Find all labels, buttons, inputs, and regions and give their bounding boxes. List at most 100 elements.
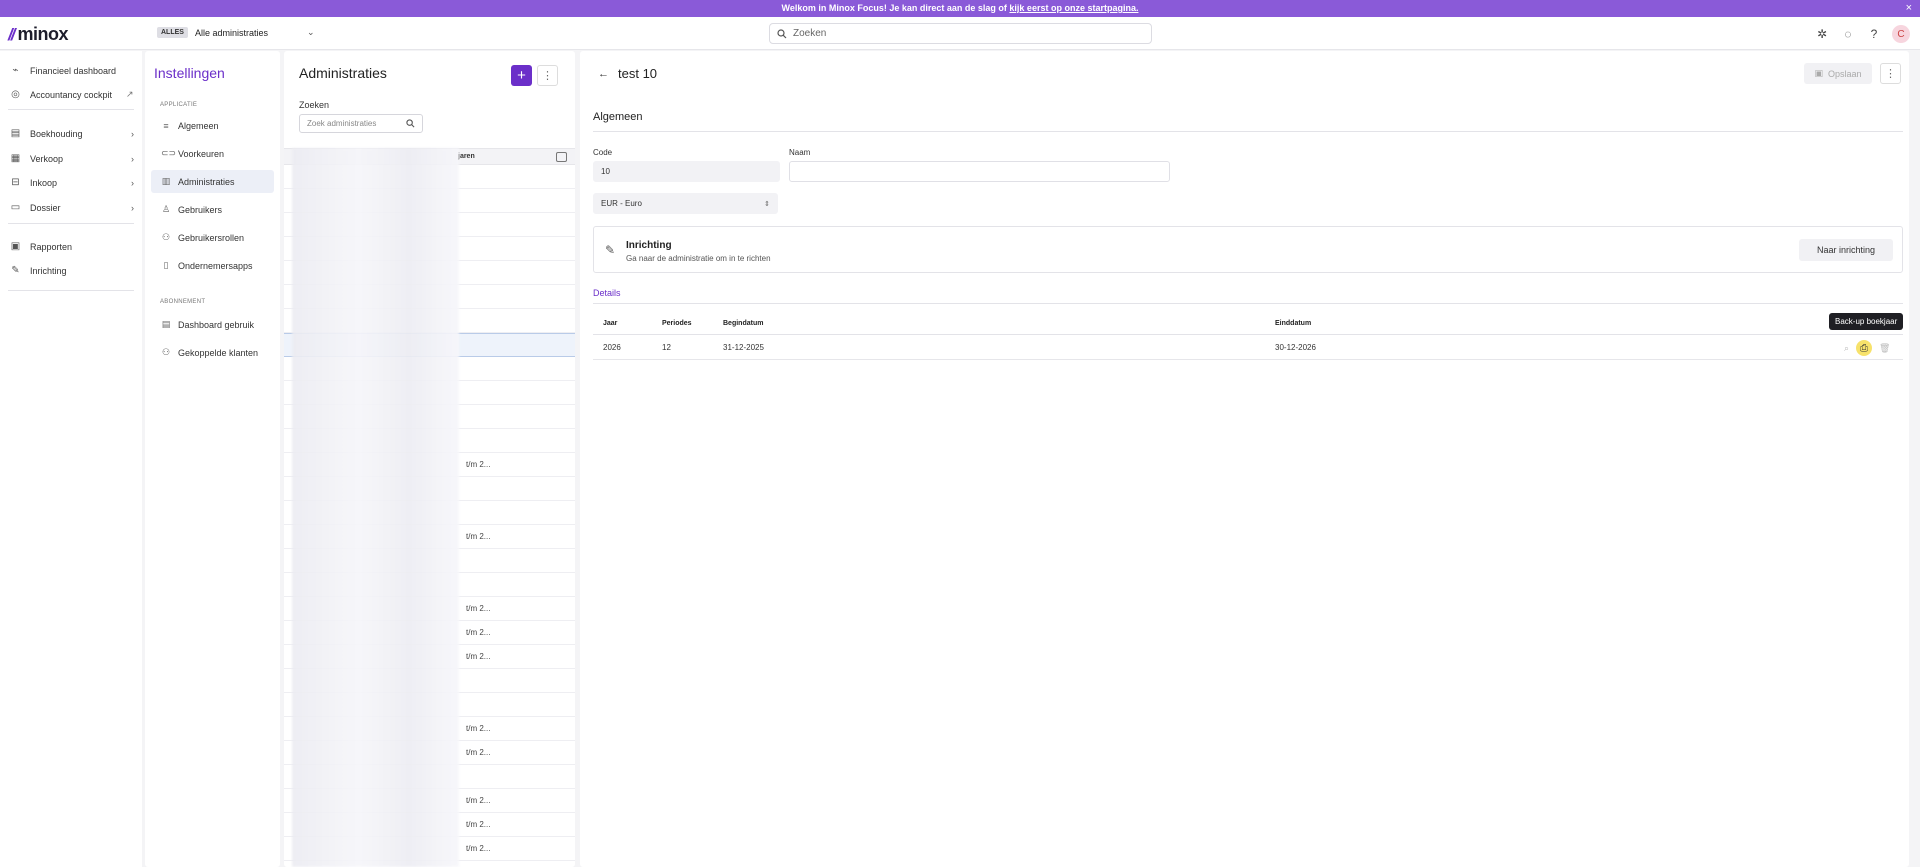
nav-label: Rapporten [30,241,73,252]
nav-inkoop[interactable]: ⊟ Inkoop › [9,177,134,188]
settings-item-gekoppelde-klanten[interactable]: ⚇ Gekoppelde klanten [151,341,274,364]
dashboard-icon: ▤ [161,319,171,329]
chevron-right-icon: › [131,153,134,164]
minox-logo[interactable]: // minox [8,24,68,45]
save-button[interactable]: ▣ Opslaan [1804,63,1872,84]
global-search-input[interactable]: Zoeken [769,23,1152,44]
settings-item-label: Gekoppelde klanten [178,347,259,358]
header-begindatum: Begindatum [723,320,764,327]
detail-title: test 10 [618,66,658,81]
help-icon[interactable]: ? [1866,26,1882,42]
administration-scope-select[interactable]: ALLES Alle administraties ⌄ [157,27,315,38]
nav-label: Inrichting [30,265,67,276]
settings-item-voorkeuren[interactable]: ⊂⊃ Voorkeuren [151,142,274,165]
search-icon [406,119,415,128]
backup-tooltip: Back-up boekjaar [1829,313,1904,330]
year-cell: 2026 [603,343,621,352]
administration-detail-panel: ← test 10 ▣ Opslaan ⋮ Algemeen Code 10 N… [580,51,1909,867]
row-years-text: t/m 2... [466,604,491,613]
name-label: Naam [789,148,811,157]
search-icon [777,28,787,38]
bug-icon[interactable]: ✲ [1814,26,1830,42]
settings-item-gebruikers[interactable]: ♙ Gebruikers [151,198,274,221]
settings-item-ondernemersapps[interactable]: ▯ Ondernemersapps [151,254,274,277]
periods-cell: 12 [662,343,671,352]
welcome-banner: Welkom in Minox Focus! Je kan direct aan… [0,0,1920,17]
list-more-button[interactable]: ⋮ [537,65,558,86]
folder-icon: ▭ [10,202,21,213]
add-administration-button[interactable]: + [511,65,532,86]
nav-rapporten[interactable]: ▣ Rapporten [9,241,134,252]
columns-toggle-icon[interactable] [556,152,567,162]
toggle-icon: ⊂⊃ [161,148,177,158]
nav-inrichting[interactable]: ✎ Inrichting [9,265,134,276]
report-icon: ▣ [10,241,21,252]
start-date-cell: 31-12-2025 [723,343,764,352]
name-field[interactable] [789,161,1170,182]
scope-label: Alle administraties [194,27,268,38]
settings-item-label: Ondernemersapps [178,260,253,271]
details-tab[interactable]: Details [593,288,621,298]
ledger-icon: ▤ [10,128,21,139]
header-einddatum: Einddatum [1275,320,1312,327]
tasks-icon[interactable]: ◌ [1840,26,1856,42]
top-bar: // minox ALLES Alle administraties ⌄ Zoe… [0,17,1920,50]
nav-accountancy-cockpit[interactable]: ◎ Accountancy cockpit ↗ [9,89,134,100]
phone-icon: ▯ [163,260,169,270]
nav-divider [8,109,134,110]
nav-label: Boekhouding [30,128,83,139]
user-avatar[interactable]: C [1892,25,1910,43]
back-arrow-icon[interactable]: ← [598,68,609,80]
settings-item-algemeen[interactable]: ≡ Algemeen [151,114,274,137]
code-field[interactable]: 10 [593,161,780,182]
minox-logo-text: minox [17,24,68,44]
column-jaren[interactable]: jaren [458,153,475,160]
delete-icon[interactable]: 🗑 [1879,343,1890,354]
settings-panel: Instellingen APPLICATIE ≡ Algemeen ⊂⊃ Vo… [145,51,280,867]
blurred-names-column [292,148,459,867]
external-link-icon: ↗ [126,89,134,99]
store-icon: ▦ [10,153,21,164]
cart-icon: ⊟ [11,177,20,188]
scope-chip: ALLES [157,27,188,38]
row-years-text: t/m 2... [466,820,491,829]
row-years-text: t/m 2... [466,796,491,805]
setup-card: ✎ Inrichting Ga naar de administratie om… [593,226,1903,273]
settings-item-dashboard-gebruik[interactable]: ▤ Dashboard gebruik [151,313,274,336]
settings-item-label: Voorkeuren [178,148,225,159]
nav-label: Verkoop [30,153,64,164]
banner-close-icon[interactable]: × [1906,0,1912,17]
detail-more-button[interactable]: ⋮ [1880,63,1901,84]
nav-financieel-dashboard[interactable]: ⌁ Financieel dashboard [9,65,134,76]
row-years-text: t/m 2... [466,724,491,733]
go-to-setup-button[interactable]: Naar inrichting [1799,239,1893,261]
nav-verkoop[interactable]: ▦ Verkoop › [9,153,134,164]
currency-select[interactable]: EUR - Euro ⇕ [593,193,778,214]
header-jaar: Jaar [603,320,618,327]
banner-startpage-link[interactable]: kijk eerst op onze startpagina. [1009,3,1138,13]
user-icon: ♙ [161,204,171,214]
wrench-icon: ✎ [11,265,20,276]
gauge-icon: ◎ [11,89,20,100]
global-search-placeholder: Zoeken [793,28,827,39]
settings-item-administraties[interactable]: ▥ Administraties [151,170,274,193]
search-year-icon[interactable]: ⌕ [1844,343,1849,354]
nav-dossier[interactable]: ▭ Dossier › [9,202,134,213]
list-icon: ≡ [163,120,169,131]
settings-item-gebruikersrollen[interactable]: ⚇ Gebruikersrollen [151,226,274,249]
row-years-text: t/m 2... [466,652,491,661]
chevron-right-icon: › [131,128,134,139]
administration-search-input[interactable]: Zoek administraties [299,114,423,133]
nav-label: Financieel dashboard [30,65,117,76]
year-row-actions: ⌕ ⎙ 🗑 [1844,340,1890,356]
administrations-list-panel: Administraties + ⋮ Zoeken Zoek administr… [284,51,575,867]
nav-boekhouding[interactable]: ▤ Boekhouding › [9,128,134,139]
row-years-text: t/m 2... [466,844,491,853]
code-label: Code [593,148,613,157]
administration-search-placeholder: Zoek administraties [307,119,377,128]
divider [593,131,1903,132]
backup-year-icon[interactable]: ⎙ [1856,340,1873,356]
divider [593,359,1903,360]
list-title: Administraties [299,65,387,81]
settings-item-label: Gebruikers [178,204,223,215]
